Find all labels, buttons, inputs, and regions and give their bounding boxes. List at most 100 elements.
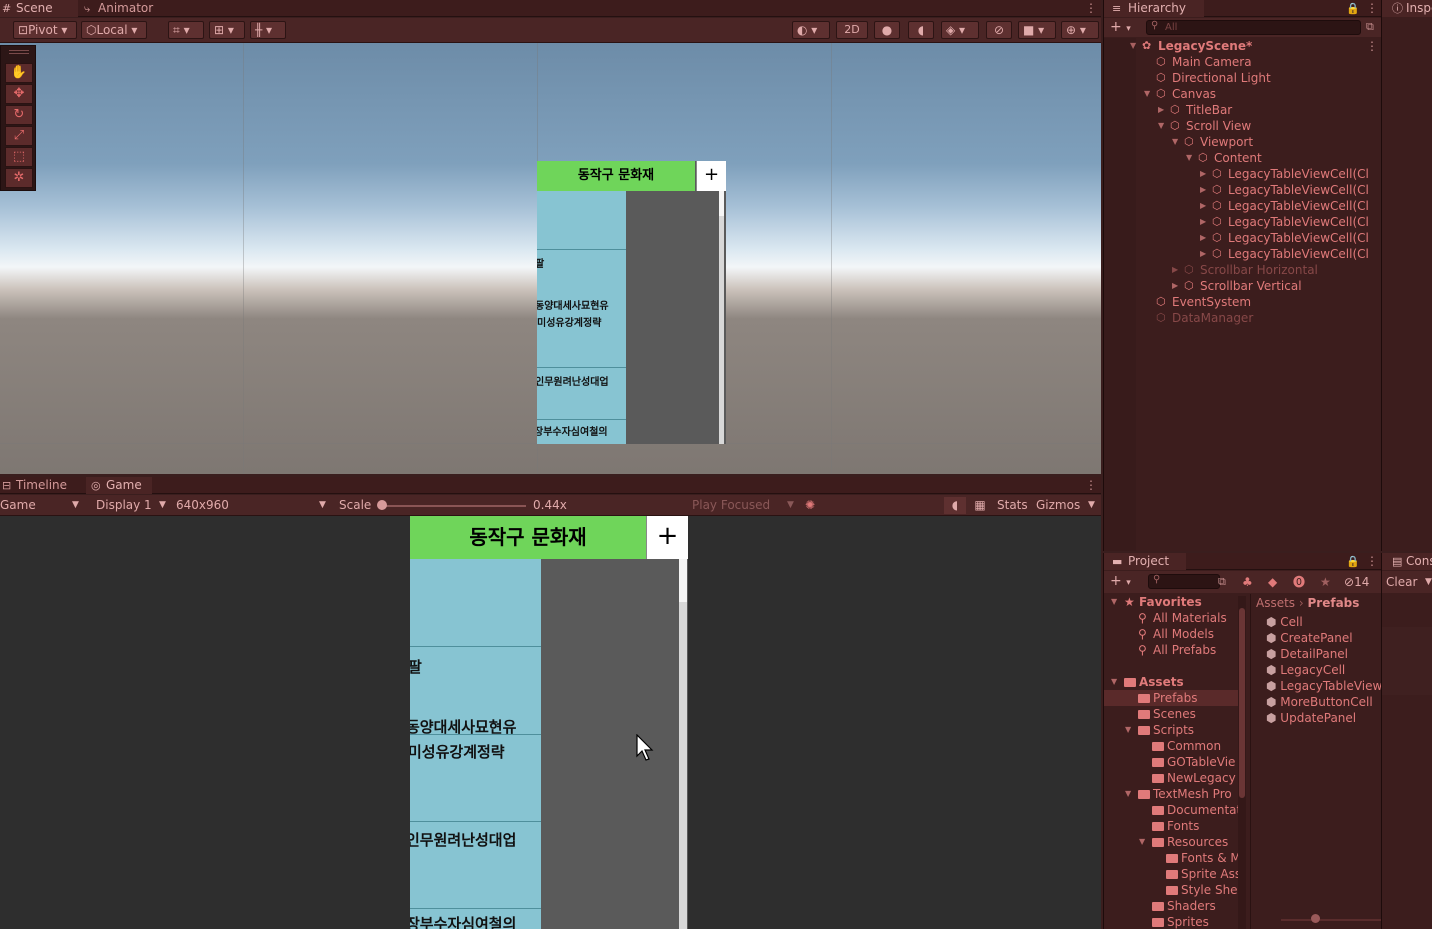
scroll-thumb[interactable]: [679, 559, 687, 602]
audio-toggle[interactable]: ◖: [908, 21, 934, 39]
hierarchy-scene-menu-icon[interactable]: ⋮: [1366, 38, 1378, 54]
resolution-dropdown[interactable]: 640x960 ▼: [176, 497, 330, 514]
tab-game[interactable]: ◎ Game: [86, 477, 152, 494]
expand-arrow-down-icon[interactable]: ▼: [1125, 786, 1131, 802]
rotate-tool-icon[interactable]: ↻: [5, 105, 33, 125]
expand-arrow-right-icon[interactable]: ▶: [1158, 102, 1164, 118]
expand-arrow-right-icon[interactable]: ▶: [1200, 198, 1206, 214]
project-tree-item[interactable]: Fonts: [1104, 818, 1238, 834]
tab-timeline[interactable]: ⊟ Timeline: [0, 477, 82, 494]
project-tree-item[interactable]: Common: [1104, 738, 1238, 754]
scale-slider-handle[interactable]: [377, 500, 387, 510]
tab-console[interactable]: ▤ Cons: [1382, 553, 1432, 570]
icon-size-handle[interactable]: [1311, 914, 1320, 923]
asset-item[interactable]: ⬢ DetailPanel: [1266, 646, 1348, 662]
hierarchy-item[interactable]: ▼ ⬡ Scroll View: [1104, 118, 1381, 134]
clear-button[interactable]: Clear: [1386, 573, 1417, 591]
move-tool-icon[interactable]: ✥: [5, 84, 33, 104]
game-menu-icon[interactable]: ⋮: [1085, 477, 1097, 494]
project-tree-item[interactable]: GOTableVie: [1104, 754, 1238, 770]
project-tree-item[interactable]: Sprites: [1104, 914, 1238, 929]
expand-arrow-down-icon[interactable]: ▼: [1144, 86, 1150, 102]
filter-label-icon[interactable]: ◆: [1268, 573, 1277, 591]
asset-item[interactable]: ⬢ Cell: [1266, 614, 1303, 630]
project-tree-item[interactable]: Fonts & M: [1104, 850, 1238, 866]
hierarchy-item[interactable]: ▶ ⬡ LegacyTableViewCell(Cl: [1104, 198, 1381, 214]
asset-item[interactable]: ⬢ LegacyCell: [1266, 662, 1345, 678]
tab-scene[interactable]: # Scene: [0, 0, 78, 17]
icon-size-slider[interactable]: [1281, 919, 1381, 921]
project-tree-item[interactable]: ▼ Resources: [1104, 834, 1238, 850]
tree-scroll-thumb[interactable]: [1239, 608, 1245, 798]
lock-icon[interactable]: 🔒: [1346, 553, 1360, 570]
gizmos-button[interactable]: Gizmos ▼: [1036, 497, 1100, 514]
expand-arrow-right-icon[interactable]: ▶: [1200, 230, 1206, 246]
project-tree-item[interactable]: ⚲ All Materials: [1104, 610, 1238, 626]
search-options-icon[interactable]: ⧉: [1218, 573, 1226, 591]
list-item[interactable]: 장부수자심여철의: [410, 909, 541, 929]
add-button[interactable]: +: [646, 516, 688, 559]
favorite-star-icon[interactable]: ★: [1320, 573, 1331, 591]
snap-increment-button[interactable]: ⊞ ▾: [209, 21, 245, 39]
project-tree-item[interactable]: ▼ Assets: [1104, 674, 1238, 690]
project-menu-icon[interactable]: ⋮: [1366, 553, 1378, 570]
project-tree-item[interactable]: NewLegacy: [1104, 770, 1238, 786]
hierarchy-item[interactable]: ▶ ⬡ LegacyTableViewCell(Cl: [1104, 230, 1381, 246]
camera-button[interactable]: ■ ▾: [1018, 21, 1056, 39]
expand-arrow-down-icon[interactable]: ▼: [1172, 134, 1178, 150]
palette-handle[interactable]: [9, 50, 29, 54]
project-tree-item[interactable]: ▼ ★ Favorites: [1104, 594, 1238, 610]
expand-arrow-right-icon[interactable]: ▶: [1172, 278, 1178, 294]
project-tree-item[interactable]: Style Shee: [1104, 882, 1238, 898]
tab-inspector[interactable]: ⓘ Inspe: [1382, 0, 1432, 17]
expand-arrow-right-icon[interactable]: ▶: [1200, 246, 1206, 262]
visibility-toggle[interactable]: ⊘: [986, 21, 1012, 39]
hierarchy-item[interactable]: ▼ ⬡ Viewport: [1104, 134, 1381, 150]
breadcrumb-prefabs[interactable]: Prefabs: [1308, 596, 1360, 610]
hierarchy-item[interactable]: ▶ ⬡ Scrollbar Vertical: [1104, 278, 1381, 294]
asset-item[interactable]: ⬢ LegacyTableView: [1266, 678, 1381, 694]
create-asset-button[interactable]: + ▾: [1110, 572, 1131, 592]
filter-error-icon[interactable]: ⓿: [1293, 573, 1305, 591]
breadcrumb-assets[interactable]: Assets: [1256, 596, 1295, 610]
rect-tool-icon[interactable]: ⬚: [5, 147, 33, 167]
game-view-dropdown[interactable]: Game ▼: [0, 497, 84, 514]
hierarchy-item[interactable]: ⬡ Directional Light: [1104, 70, 1381, 86]
scale-tool-icon[interactable]: ⤢: [5, 126, 33, 146]
hierarchy-search-input[interactable]: ⚲ All: [1146, 20, 1361, 35]
local-button[interactable]: ⬡Local ▾: [81, 21, 147, 39]
hand-tool-icon[interactable]: ✋: [5, 63, 33, 83]
expand-arrow-down-icon[interactable]: ▼: [1111, 674, 1117, 690]
play-mode-dropdown[interactable]: Play Focused ▼: [692, 497, 798, 514]
hierarchy-item[interactable]: ⬡ DataManager: [1104, 310, 1381, 326]
project-tree-item[interactable]: Documentat: [1104, 802, 1238, 818]
project-tree-item[interactable]: ⚲ All Prefabs: [1104, 642, 1238, 658]
pivot-button[interactable]: ⊡Pivot ▾: [13, 21, 77, 39]
hierarchy-item[interactable]: ▶ ⬡ LegacyTableViewCell(Cl: [1104, 166, 1381, 182]
ruler-button[interactable]: ╫ ▾: [250, 21, 286, 39]
project-tree-item[interactable]: ⚲ All Models: [1104, 626, 1238, 642]
hierarchy-item[interactable]: ⬡ Main Camera: [1104, 54, 1381, 70]
hierarchy-item[interactable]: ▶ ⬡ TitleBar: [1104, 102, 1381, 118]
hierarchy-item[interactable]: ▼ ✿ LegacyScene*: [1104, 38, 1381, 54]
expand-arrow-right-icon[interactable]: ▶: [1200, 182, 1206, 198]
expand-arrow-right-icon[interactable]: ▶: [1200, 214, 1206, 230]
filter-type-icon[interactable]: ♣: [1242, 573, 1253, 591]
hierarchy-menu-icon[interactable]: ⋮: [1366, 0, 1378, 17]
list-item[interactable]: 팔 동양대세사묘현유: [410, 647, 541, 735]
hierarchy-item[interactable]: ▶ ⬡ Scrollbar Horizontal: [1104, 262, 1381, 278]
project-search-input[interactable]: ⚲: [1148, 574, 1220, 589]
scale-slider-track[interactable]: [380, 505, 526, 507]
expand-arrow-down-icon[interactable]: ▼: [1186, 150, 1192, 166]
vertical-scrollbar[interactable]: [679, 559, 687, 929]
grid-snap-button[interactable]: ⌗ ▾: [168, 21, 204, 39]
asset-item[interactable]: ⬢ MoreButtonCell: [1266, 694, 1373, 710]
expand-arrow-down-icon[interactable]: ▼: [1111, 594, 1117, 610]
hierarchy-item[interactable]: ▶ ⬡ LegacyTableViewCell(Cl: [1104, 182, 1381, 198]
shortcuts-button[interactable]: ▦: [969, 497, 991, 514]
mode-2d-button[interactable]: 2D: [836, 21, 868, 39]
expand-arrow-down-icon[interactable]: ▼: [1125, 722, 1131, 738]
tab-hierarchy[interactable]: ≡ Hierarchy: [1104, 0, 1204, 17]
game-viewport[interactable]: 동작구 문화재 + 팔 동양대세사묘현유 미성유강계정략 인무원려난성대업 장부…: [0, 516, 1101, 929]
hierarchy-item[interactable]: ▼ ⬡ Content: [1104, 150, 1381, 166]
